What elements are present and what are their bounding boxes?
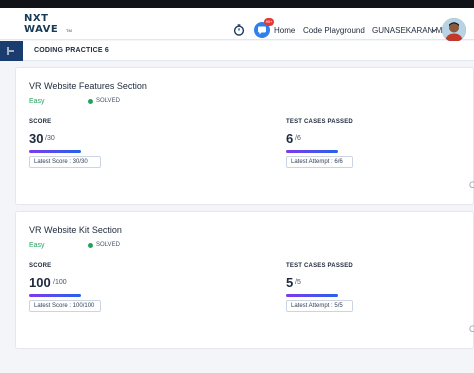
difficulty-label: Easy bbox=[29, 242, 45, 249]
score-progress-bar bbox=[29, 294, 81, 297]
card-action-icon[interactable]: C bbox=[469, 324, 474, 334]
score-label: SCORE bbox=[29, 119, 52, 125]
tests-progress-bar bbox=[286, 150, 338, 153]
top-strip bbox=[0, 0, 474, 8]
user-photo-icon bbox=[442, 18, 466, 42]
timer-icon[interactable] bbox=[233, 24, 245, 36]
status-badge: SOLVED bbox=[96, 242, 120, 248]
score-total: /100 bbox=[53, 279, 67, 286]
page-title: CODING PRACTICE 6 bbox=[34, 47, 109, 54]
score-label: SCORE bbox=[29, 263, 52, 269]
question-title[interactable]: VR Website Features Section bbox=[29, 81, 147, 91]
card-action-icon[interactable]: C bbox=[469, 180, 474, 190]
latest-score-pill: Latest Score : 100/100 bbox=[29, 300, 101, 312]
notification-badge: 99+ bbox=[264, 18, 274, 26]
solved-dot-icon bbox=[88, 243, 93, 248]
nav-home-link[interactable]: Home bbox=[274, 26, 295, 35]
sidebar-collapse-icon bbox=[7, 47, 14, 55]
status-badge: SOLVED bbox=[96, 98, 120, 104]
logo-trademark: TM bbox=[66, 28, 72, 33]
question-card[interactable]: VR Website Kit Section Easy SOLVED SCORE… bbox=[15, 211, 474, 349]
logo-line-2: WAVE bbox=[24, 24, 59, 35]
tests-progress-bar bbox=[286, 294, 338, 297]
top-header: NXT WAVE TM 99+ Home Code Playground GUN… bbox=[0, 8, 474, 42]
latest-attempt-pill: Latest Attempt : 6/6 bbox=[286, 156, 353, 168]
test-cases-label: TEST CASES PASSED bbox=[286, 119, 353, 125]
chevron-down-icon[interactable] bbox=[431, 26, 437, 34]
nxtwave-logo[interactable]: NXT WAVE TM bbox=[24, 13, 76, 37]
tests-total: /5 bbox=[295, 279, 301, 286]
solved-dot-icon bbox=[88, 99, 93, 104]
score-progress-bar bbox=[29, 150, 81, 153]
latest-score-pill: Latest Score : 30/30 bbox=[29, 156, 101, 168]
question-card[interactable]: VR Website Features Section Easy SOLVED … bbox=[15, 67, 474, 205]
logo-line-1: NXT bbox=[24, 13, 49, 24]
score-value: 100 bbox=[29, 275, 51, 290]
score-total: /30 bbox=[45, 135, 55, 142]
nav-code-playground-link[interactable]: Code Playground bbox=[303, 26, 365, 35]
test-cases-label: TEST CASES PASSED bbox=[286, 263, 353, 269]
question-title[interactable]: VR Website Kit Section bbox=[29, 225, 122, 235]
score-value: 30 bbox=[29, 131, 44, 146]
avatar[interactable] bbox=[442, 18, 466, 42]
tests-passed-value: 5 bbox=[286, 275, 294, 290]
sidebar-toggle-button[interactable] bbox=[0, 41, 23, 61]
tests-total: /6 bbox=[295, 135, 301, 142]
tests-passed-value: 6 bbox=[286, 131, 294, 146]
sub-header: CODING PRACTICE 6 bbox=[0, 41, 474, 61]
difficulty-label: Easy bbox=[29, 98, 45, 105]
latest-attempt-pill: Latest Attempt : 5/5 bbox=[286, 300, 353, 312]
